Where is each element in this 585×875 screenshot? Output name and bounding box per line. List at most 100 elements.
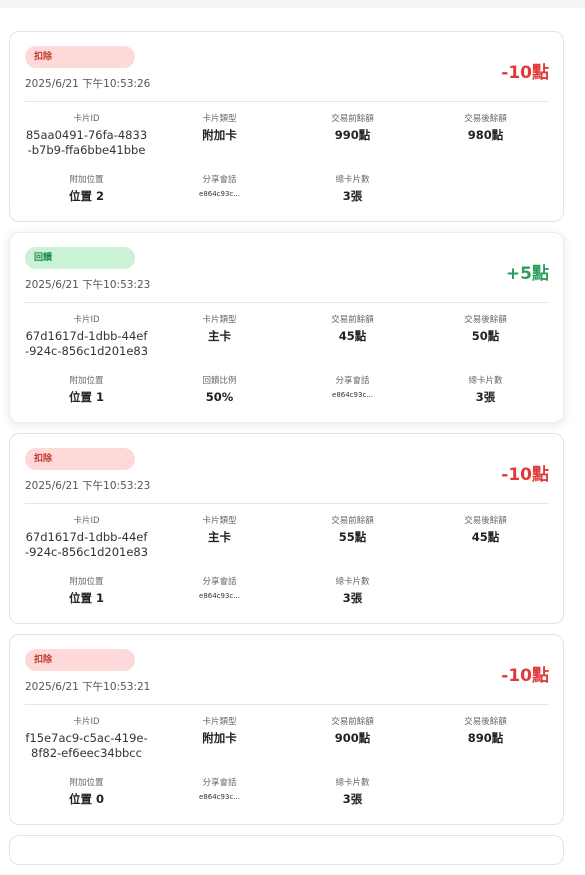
share-session-field: 分享會話 e864c93c... <box>153 174 286 204</box>
total-cards-label: 總卡片數 <box>335 175 370 185</box>
share-session-value: e864c93c... <box>332 391 373 399</box>
card-id-label: 卡片ID <box>73 717 100 727</box>
divider <box>25 704 549 705</box>
transaction-card[interactable]: 回饋 2025/6/21 下午10:53:23 +5點 卡片ID 67d1617… <box>9 232 564 423</box>
balance-before-label: 交易前餘額 <box>331 717 374 727</box>
card-id-label: 卡片ID <box>73 516 100 526</box>
detail-row: 附加位置 位置 0 分享會話 e864c93c... 總卡片數 3張 <box>20 777 552 807</box>
total-cards-label: 總卡片數 <box>468 376 503 386</box>
amount: -10點 <box>501 63 549 83</box>
detail-row: 附加位置 位置 1 分享會話 e864c93c... 總卡片數 3張 <box>20 576 552 606</box>
card-type-field: 卡片類型 主卡 <box>153 515 286 560</box>
share-session-value: e864c93c... <box>199 793 240 801</box>
timestamp: 2025/6/21 下午10:53:21 <box>25 681 151 693</box>
transaction-card[interactable]: 扣除 2025/6/21 下午10:53:21 -10點 卡片ID f15e7a… <box>9 634 564 825</box>
balance-before-value: 900點 <box>334 731 371 745</box>
balance-after-value: 980點 <box>467 128 504 142</box>
position-value: 位置 1 <box>68 591 104 605</box>
card-id-field: 卡片ID 85aa0491-76fa-4833-b7b9-ffa6bbe41bb… <box>20 113 153 158</box>
balance-before-label: 交易前餘額 <box>331 114 374 124</box>
total-cards-field: 總卡片數 3張 <box>419 375 552 405</box>
total-cards-label: 總卡片數 <box>335 778 370 788</box>
amount: -10點 <box>501 465 549 485</box>
total-cards-value: 3張 <box>342 591 363 605</box>
balance-before-value: 55點 <box>338 530 367 544</box>
balance-before-field: 交易前餘額 55點 <box>286 515 419 560</box>
position-label: 附加位置 <box>69 175 104 185</box>
timestamp: 2025/6/21 下午10:53:23 <box>25 480 151 492</box>
position-label: 附加位置 <box>69 376 104 386</box>
balance-after-label: 交易後餘額 <box>464 516 507 526</box>
rebate-ratio-value: 50% <box>205 390 234 404</box>
total-cards-label: 總卡片數 <box>335 577 370 587</box>
card-id-field: 卡片ID f15e7ac9-c5ac-419e-8f82-ef6eec34bbc… <box>20 716 153 761</box>
share-session-field: 分享會話 e864c93c... <box>286 375 419 405</box>
card-type-field: 卡片類型 附加卡 <box>153 716 286 761</box>
card-id-label: 卡片ID <box>73 315 100 325</box>
card-id-label: 卡片ID <box>73 114 100 124</box>
balance-after-field: 交易後餘額 45點 <box>419 515 552 560</box>
share-session-value: e864c93c... <box>199 592 240 600</box>
card-type-label: 卡片類型 <box>202 516 237 526</box>
position-label: 附加位置 <box>69 778 104 788</box>
top-bar <box>0 0 585 8</box>
balance-after-value: 45點 <box>471 530 500 544</box>
total-cards-value: 3張 <box>342 792 363 806</box>
type-badge: 扣除 <box>25 46 135 68</box>
card-id-value: 85aa0491-76fa-4833-b7b9-ffa6bbe41bbe <box>25 128 148 157</box>
balance-before-value: 990點 <box>334 128 371 142</box>
transaction-card[interactable] <box>9 835 564 865</box>
timestamp: 2025/6/21 下午10:53:23 <box>25 279 151 291</box>
position-field: 附加位置 位置 1 <box>20 375 153 405</box>
card-id-value: 67d1617d-1dbb-44ef-924c-856c1d201e83 <box>24 329 149 358</box>
card-type-value: 主卡 <box>208 329 231 343</box>
share-session-label: 分享會話 <box>202 577 237 587</box>
rebate-ratio-field: 回饋比例 50% <box>153 375 286 405</box>
transaction-list: 扣除 2025/6/21 下午10:53:26 -10點 卡片ID 85aa04… <box>9 31 564 875</box>
total-cards-field: 總卡片數 3張 <box>286 576 419 606</box>
card-type-label: 卡片類型 <box>202 315 237 325</box>
detail-row: 附加位置 位置 2 分享會話 e864c93c... 總卡片數 3張 <box>20 174 552 204</box>
card-type-label: 卡片類型 <box>202 114 237 124</box>
card-type-value: 附加卡 <box>202 128 237 142</box>
balance-after-field: 交易後餘額 890點 <box>419 716 552 761</box>
detail-row: 卡片ID 85aa0491-76fa-4833-b7b9-ffa6bbe41bb… <box>20 113 552 158</box>
total-cards-field: 總卡片數 3張 <box>286 174 419 204</box>
card-type-value: 主卡 <box>208 530 231 544</box>
balance-before-value: 45點 <box>338 329 367 343</box>
balance-after-field: 交易後餘額 50點 <box>419 314 552 359</box>
card-type-field: 卡片類型 附加卡 <box>153 113 286 158</box>
balance-before-label: 交易前餘額 <box>331 516 374 526</box>
balance-after-field: 交易後餘額 980點 <box>419 113 552 158</box>
card-id-field: 卡片ID 67d1617d-1dbb-44ef-924c-856c1d201e8… <box>20 515 153 560</box>
card-type-field: 卡片類型 主卡 <box>153 314 286 359</box>
balance-after-label: 交易後餘額 <box>464 114 507 124</box>
type-badge: 回饋 <box>25 247 135 269</box>
total-cards-value: 3張 <box>475 390 496 404</box>
balance-after-value: 890點 <box>467 731 504 745</box>
share-session-field: 分享會話 e864c93c... <box>153 777 286 807</box>
detail-row: 卡片ID 67d1617d-1dbb-44ef-924c-856c1d201e8… <box>20 314 552 359</box>
position-label: 附加位置 <box>69 577 104 587</box>
total-cards-value: 3張 <box>342 189 363 203</box>
timestamp: 2025/6/21 下午10:53:26 <box>25 78 151 90</box>
position-value: 位置 1 <box>68 390 104 404</box>
balance-before-field: 交易前餘額 990點 <box>286 113 419 158</box>
transaction-card[interactable]: 扣除 2025/6/21 下午10:53:23 -10點 卡片ID 67d161… <box>9 433 564 624</box>
divider <box>25 302 549 303</box>
transaction-card[interactable]: 扣除 2025/6/21 下午10:53:26 -10點 卡片ID 85aa04… <box>9 31 564 222</box>
detail-row: 附加位置 位置 1 回饋比例 50% 分享會話 e864c93c... 總卡片數… <box>20 375 552 405</box>
balance-before-field: 交易前餘額 45點 <box>286 314 419 359</box>
detail-row: 卡片ID f15e7ac9-c5ac-419e-8f82-ef6eec34bbc… <box>20 716 552 761</box>
divider <box>25 101 549 102</box>
card-id-field: 卡片ID 67d1617d-1dbb-44ef-924c-856c1d201e8… <box>20 314 153 359</box>
detail-row: 卡片ID 67d1617d-1dbb-44ef-924c-856c1d201e8… <box>20 515 552 560</box>
balance-after-value: 50點 <box>471 329 500 343</box>
position-field: 附加位置 位置 2 <box>20 174 153 204</box>
balance-before-label: 交易前餘額 <box>331 315 374 325</box>
balance-before-field: 交易前餘額 900點 <box>286 716 419 761</box>
position-field: 附加位置 位置 0 <box>20 777 153 807</box>
position-value: 位置 2 <box>68 189 104 203</box>
share-session-label: 分享會話 <box>335 376 370 386</box>
share-session-value: e864c93c... <box>199 190 240 198</box>
